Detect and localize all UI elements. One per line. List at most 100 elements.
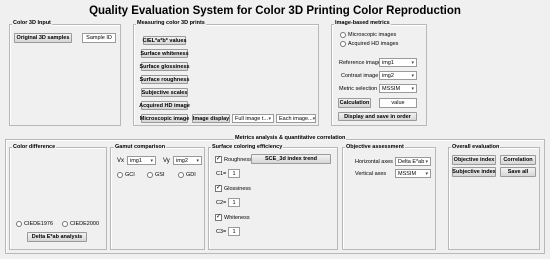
roughness-checkbox[interactable]: ✓ Roughness <box>215 156 252 163</box>
save-all-button[interactable]: Save all <box>500 167 536 177</box>
image-metrics-title: Image-based metrics <box>334 20 391 26</box>
measuring-panel: Measuring color 3D prints CIEL*a*b* valu… <box>133 20 319 126</box>
whiteness-label: Whiteness <box>224 214 250 221</box>
c1-label: C1= <box>216 171 227 177</box>
vy-value: img2 <box>176 157 188 164</box>
correlation-button[interactable]: Correlation <box>500 155 536 165</box>
chevron-down-icon: ▾ <box>425 170 428 177</box>
c3-field[interactable]: 1 <box>228 227 240 236</box>
radio-microscopic-label: Microscopic images <box>348 32 397 38</box>
reference-image-label: Reference image <box>339 60 381 66</box>
sce-trend-button[interactable]: SCE_3d index trend <box>251 154 331 164</box>
subjective-index-button[interactable]: Subjective index <box>452 167 496 177</box>
chevron-down-icon: ▾ <box>411 85 414 92</box>
vertical-axes-label: Vertical axes <box>355 171 387 177</box>
radio-circle-icon <box>62 221 68 227</box>
radio-gdi-label: GDI <box>186 172 196 178</box>
c1-field[interactable]: 1 <box>228 169 240 178</box>
c3-label: C3= <box>216 229 227 235</box>
metric-selection-dropdown[interactable]: MSSIM ▾ <box>379 84 417 93</box>
radio-gdi[interactable]: GDI <box>178 172 196 178</box>
checkmark-icon: ✓ <box>215 214 222 221</box>
vx-value: img1 <box>130 157 142 164</box>
contrast-image-value: img2 <box>382 72 394 79</box>
each-image-value: Each image... <box>279 115 313 122</box>
radio-ciede2000-label: CIEDE2000 <box>70 221 100 227</box>
chevron-down-icon: ▾ <box>411 72 414 79</box>
radio-circle-icon <box>117 172 123 178</box>
radio-ciede1976[interactable]: CIEDE1976 <box>16 221 53 227</box>
whiteness-checkbox[interactable]: ✓ Whiteness <box>215 214 250 221</box>
roughness-label: Roughness <box>224 156 252 163</box>
delta-e-analysis-button[interactable]: Delta E*ab analysis <box>27 232 87 242</box>
surface-title: Surface coloring efficiency <box>211 144 284 150</box>
color-difference-panel: Color difference CIEDE1976 CIEDE2000 Del… <box>9 144 107 250</box>
overall-title: Overall evaluation <box>451 144 501 150</box>
radio-circle-icon <box>340 41 346 47</box>
original-samples-button[interactable]: Original 3D samples <box>14 33 72 43</box>
metric-selection-value: MSSIM <box>382 85 401 92</box>
objective-panel: Objective assessment Horizontal axes Del… <box>342 144 436 250</box>
checkmark-icon: ✓ <box>215 185 222 192</box>
vy-label: Vy <box>163 158 170 164</box>
color-input-title: Color 3D Input <box>12 20 52 26</box>
vertical-axes-dropdown[interactable]: MSSIM ▾ <box>395 169 431 178</box>
radio-circle-icon <box>178 172 184 178</box>
radio-circle-icon <box>16 221 22 227</box>
calculation-button[interactable]: Calculation <box>338 98 371 108</box>
gamut-panel: Gamut comparison Vx img1 ▾ Vy img2 ▾ GCI… <box>110 144 205 250</box>
color-difference-title: Color difference <box>12 144 57 150</box>
subjective-scales-button[interactable]: Subjective scales <box>141 88 188 97</box>
c2-label: C2= <box>216 200 227 206</box>
glossiness-checkbox[interactable]: ✓ Glossiness <box>215 185 251 192</box>
horizontal-axes-label: Horizontal axes <box>355 159 393 165</box>
radio-acquired-images[interactable]: Acquired HD images <box>340 41 398 47</box>
value-field[interactable]: value <box>379 98 417 108</box>
chevron-down-icon: ▾ <box>411 59 414 66</box>
radio-gsi[interactable]: GSI <box>147 172 164 178</box>
radio-circle-icon <box>340 32 346 38</box>
reference-image-dropdown[interactable]: img1 ▾ <box>379 58 417 67</box>
horizontal-axes-value: Delta E*ab <box>398 158 425 165</box>
reference-image-value: img1 <box>382 59 394 66</box>
radio-gci[interactable]: GCI <box>117 172 135 178</box>
contrast-image-dropdown[interactable]: img2 ▾ <box>379 71 417 80</box>
chevron-down-icon: ▾ <box>268 115 271 122</box>
cielab-button[interactable]: CIEL*a*b* values <box>142 36 187 45</box>
display-save-button[interactable]: Display and save in order <box>338 112 417 121</box>
radio-ciede2000[interactable]: CIEDE2000 <box>62 221 99 227</box>
horizontal-axes-dropdown[interactable]: Delta E*ab ▾ <box>395 157 431 166</box>
objective-index-button[interactable]: Objective index <box>452 155 496 165</box>
surface-whiteness-button[interactable]: Surface whiteness <box>140 49 189 58</box>
full-image-dropdown[interactable]: Full image t... ▾ <box>232 114 274 123</box>
chevron-down-icon: ▾ <box>312 115 316 122</box>
vy-dropdown[interactable]: img2 ▾ <box>173 156 202 165</box>
surface-roughness-button[interactable]: Surface roughness <box>140 75 189 84</box>
color-input-panel: Color 3D Input Original 3D samples Sampl… <box>9 20 121 126</box>
radio-circle-icon <box>147 172 153 178</box>
image-metrics-panel: Image-based metrics Microscopic images A… <box>331 20 427 126</box>
sample-id-field[interactable]: Sample ID <box>82 33 116 43</box>
microscopic-image-button[interactable]: Microscopic image <box>140 114 189 123</box>
vx-dropdown[interactable]: img1 ▾ <box>127 156 156 165</box>
each-image-dropdown[interactable]: Each image... ▾ <box>276 114 316 123</box>
acquired-hd-image-button[interactable]: Acquired HD image <box>139 101 190 110</box>
chevron-down-icon: ▾ <box>425 158 428 165</box>
surface-glossiness-button[interactable]: Surface glossiness <box>139 62 190 71</box>
metrics-analysis-title: Metrics analysis & quantitative correlat… <box>234 135 347 141</box>
chevron-down-icon: ▾ <box>196 157 199 164</box>
metric-selection-label: Metric selection <box>339 86 378 92</box>
vertical-axes-value: MSSIM <box>398 170 417 177</box>
radio-gci-label: GCI <box>125 172 135 178</box>
vx-label: Vx <box>117 158 125 164</box>
checkmark-icon: ✓ <box>215 156 222 163</box>
radio-microscopic-images[interactable]: Microscopic images <box>340 32 396 38</box>
c2-field[interactable]: 1 <box>228 198 240 207</box>
radio-acquired-label: Acquired HD images <box>348 41 399 47</box>
radio-gsi-label: GSI <box>155 172 165 178</box>
contrast-image-label: Contrast image <box>341 73 379 79</box>
measuring-title: Measuring color 3D prints <box>136 20 206 26</box>
chevron-down-icon: ▾ <box>150 157 153 164</box>
image-display-button[interactable]: Image display <box>192 114 230 123</box>
glossiness-label: Glossiness <box>224 185 251 192</box>
